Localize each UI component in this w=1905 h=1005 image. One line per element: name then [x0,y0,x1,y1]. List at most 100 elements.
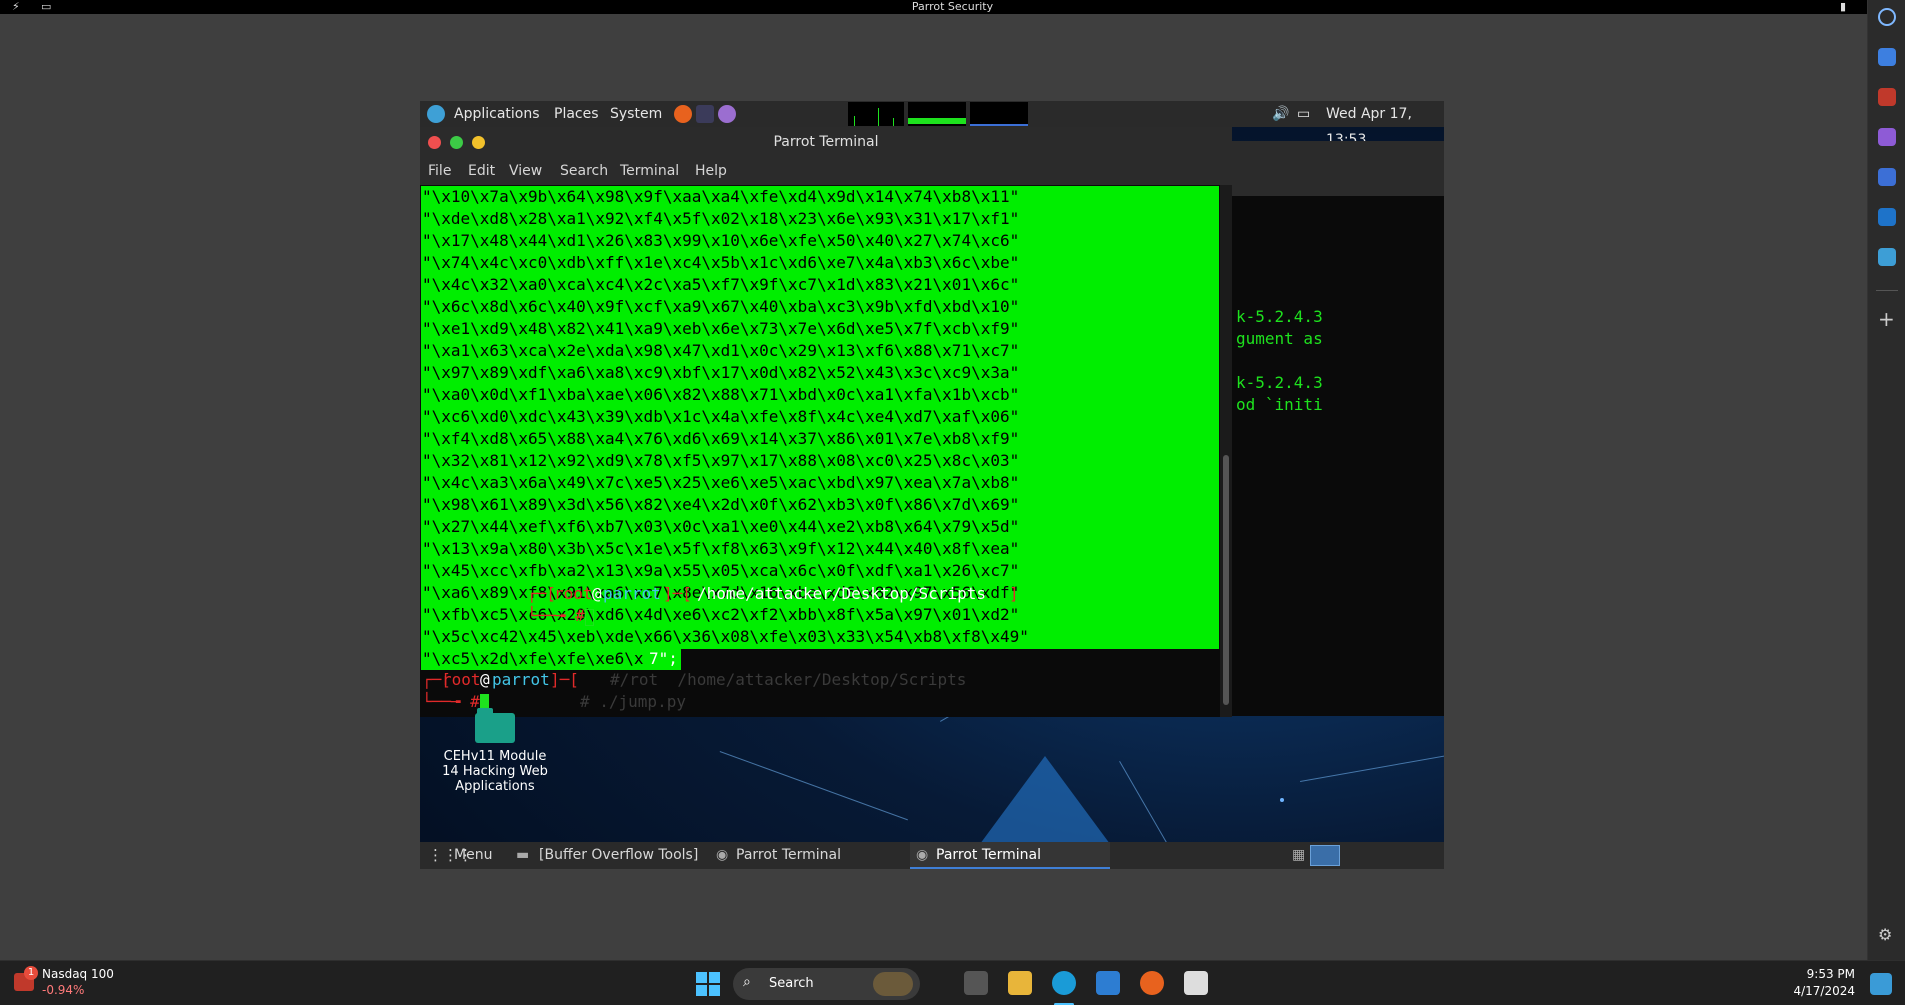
tag-icon[interactable] [1878,48,1896,66]
back-terminal-header [1232,141,1444,196]
hex-line: "\x10\x7a\x9b\x64\x98\x9f\xaa\xa4\xfe\xd… [422,187,1020,206]
menu-terminal[interactable]: Terminal [620,157,679,185]
hex-line: "\x74\x4c\xc0\xdb\xff\x1e\xc4\x5b\x1c\xd… [422,253,1020,272]
workspace-switcher[interactable] [1310,845,1340,866]
host-top-bar: ⚡ ▭ Parrot Security ▮ [0,0,1905,14]
volume-icon[interactable]: 🔊 [1272,101,1289,127]
firefox-icon[interactable] [674,105,692,123]
hex-line: "\xe1\xd9\x48\x82\x41\xa9\xeb\x6e\x73\x7… [422,319,1020,338]
back-terminal-body: k-5.2.4.3 gument as k-5.2.4.3 od `initi [1232,196,1444,716]
edge-sidebar: + ⚙ [1867,0,1905,960]
hex-line: "\x4c\x32\xa0\xca\xc4\x2c\xa5\xf7\x9f\xc… [422,275,1020,294]
notification-badge: 1 [24,966,38,980]
firefox-icon[interactable] [1140,971,1164,995]
workspace-icon[interactable]: ▦ [1292,842,1305,869]
menu-edit[interactable]: Edit [468,157,495,185]
network-graph [970,102,1028,126]
hex-line: "\xf4\xd8\x65\x88\xa4\x76\xd6\x69\x14\x3… [422,429,1020,448]
back-terminal-line: k-5.2.4.3 [1236,373,1323,392]
outlook-icon[interactable] [1878,208,1896,226]
copilot-icon[interactable] [1870,973,1892,995]
taskbar-search[interactable]: ⌕ Search [733,968,920,1000]
bg-line [719,751,908,821]
stock-change: -0.94% [42,983,85,997]
prompt-user: root [442,670,481,689]
search-icon[interactable] [1878,8,1896,26]
back-prompt-at: @ [592,584,602,603]
taskbar-date[interactable]: 4/17/2024 [1785,984,1855,998]
folder-icon [475,708,515,743]
windows-taskbar: 1 Nasdaq 100 -0.94% ⌕ Search 9:53 PM 4/1… [0,960,1905,1005]
terminal-scrollbar[interactable] [1220,185,1232,717]
desktop-folder[interactable]: CEHv11 Module 14 Hacking Web Application… [440,708,550,794]
amazon-icon[interactable] [1184,971,1208,995]
taskbar-time[interactable]: 9:53 PM [1795,967,1855,981]
hex-line: "\xfb\xc5\xc6\x20\xd6\x4d\xe6\xc2\xf2\xb… [422,605,1020,624]
last-hex-line-rest: 7"; [649,649,678,668]
sidebar-divider [1876,290,1898,291]
task-view-icon[interactable] [964,971,988,995]
back-terminal-line: k-5.2.4.3 [1236,307,1323,326]
menu-search[interactable]: Search [560,157,608,185]
send-icon[interactable] [1878,248,1896,266]
store-icon[interactable] [1096,971,1120,995]
vm-display[interactable]: Applications Places System 🔊 ▭ Wed Apr 1… [420,101,1444,869]
hex-line: "\xa1\x63\xca\x2e\xda\x98\x47\xd1\x0c\x2… [422,341,1020,360]
bg-node [1280,798,1284,802]
terminal-body[interactable]: "\x10\x7a\x9b\x64\x98\x9f\xaa\xa4\xfe\xd… [420,185,1220,717]
task-buffer-overflow[interactable]: [Buffer Overflow Tools] [539,842,698,869]
windows-start-icon[interactable] [696,972,720,996]
hex-line: "\x4c\xa3\x6a\x49\x7c\xe5\x25\xe6\xe5\xa… [422,473,1020,492]
menu-view[interactable]: View [509,157,542,185]
menu-help[interactable]: Help [695,157,727,185]
search-label: Search [769,976,814,991]
hex-line: "\x98\x61\x89\x3d\x56\x82\xe4\x2d\x0f\x6… [422,495,1020,514]
memory-graph [908,102,966,126]
back-prompt-hash: └──╼ # [527,606,585,625]
cpu-graph [848,102,904,126]
search-icon: ⌕ [743,974,751,990]
menu-file[interactable]: File [428,157,451,185]
terminal-titlebar[interactable]: Parrot Terminal [420,127,1232,157]
system-menu[interactable]: System [610,101,662,127]
ghost-command: # ./jump.py [580,692,686,711]
back-prompt-sep: ]─[ [663,584,692,603]
folder-task-icon: ▬ [516,847,530,863]
terminal-window[interactable]: Parrot Terminal File Edit View Search Te… [420,127,1232,717]
text-editor-icon[interactable] [718,105,736,123]
hex-line: "\x6c\x8d\x6c\x40\x9f\xcf\xa9\x67\x40\xb… [422,297,1020,316]
hex-line: "\xc6\xd0\xdc\x43\x39\xdb\x1c\x4a\xfe\x8… [422,407,1020,426]
parrot-logo-icon[interactable] [427,105,445,123]
hex-line: "\x97\x89\xdf\xa6\xa8\xc9\xbf\x17\x0d\x8… [422,363,1020,382]
applications-menu[interactable]: Applications [454,101,540,127]
back-prompt-user: root [554,584,593,603]
task-terminal-2[interactable]: Parrot Terminal [936,842,1041,869]
prompt-host: parrot [492,670,550,689]
places-menu[interactable]: Places [554,101,599,127]
back-terminal-line: gument as [1236,329,1323,348]
terminal-title: Parrot Terminal [773,134,879,150]
copilot-icon[interactable] [1878,168,1896,186]
file-explorer-icon[interactable] [1008,971,1032,995]
hex-line: "\x32\x81\x12\x92\xd9\x78\xf5\x97\x17\x8… [422,451,1020,470]
games-icon[interactable] [1878,128,1896,146]
back-terminal-window[interactable]: k-5.2.4.3 gument as k-5.2.4.3 od `initi [1232,141,1444,716]
bg-line [1300,754,1444,782]
add-icon[interactable]: + [1878,309,1895,329]
menu-button[interactable]: Menu [454,842,492,869]
parrot-top-panel: Applications Places System 🔊 ▭ Wed Apr 1… [420,101,1444,148]
hex-line: "\xde\xd8\x28\xa1\x92\xf4\x5f\x02\x18\x2… [422,209,1020,228]
stock-name[interactable]: Nasdaq 100 [42,967,114,981]
prompt-close: ]─[ [550,670,579,689]
toolbox-icon[interactable] [1878,88,1896,106]
edge-icon[interactable] [1052,971,1076,995]
terminal-launcher-icon[interactable] [696,105,714,123]
task-terminal-1[interactable]: Parrot Terminal [736,842,841,869]
last-hex-line: "\xc5\x2d\xfe\xfe\xe6\x [422,649,644,668]
display-icon[interactable]: ▭ [1297,101,1310,127]
hex-line: "\x5c\xc42\x45\xeb\xde\x66\x36\x08\xfe\x… [422,627,1029,646]
settings-icon[interactable]: ⚙ [1878,925,1892,944]
hex-line: "\x17\x48\x44\xd1\x26\x83\x99\x10\x6e\xf… [422,231,1020,250]
signal-icon: ▮ [1840,0,1847,13]
prompt-at: @ [480,670,490,689]
